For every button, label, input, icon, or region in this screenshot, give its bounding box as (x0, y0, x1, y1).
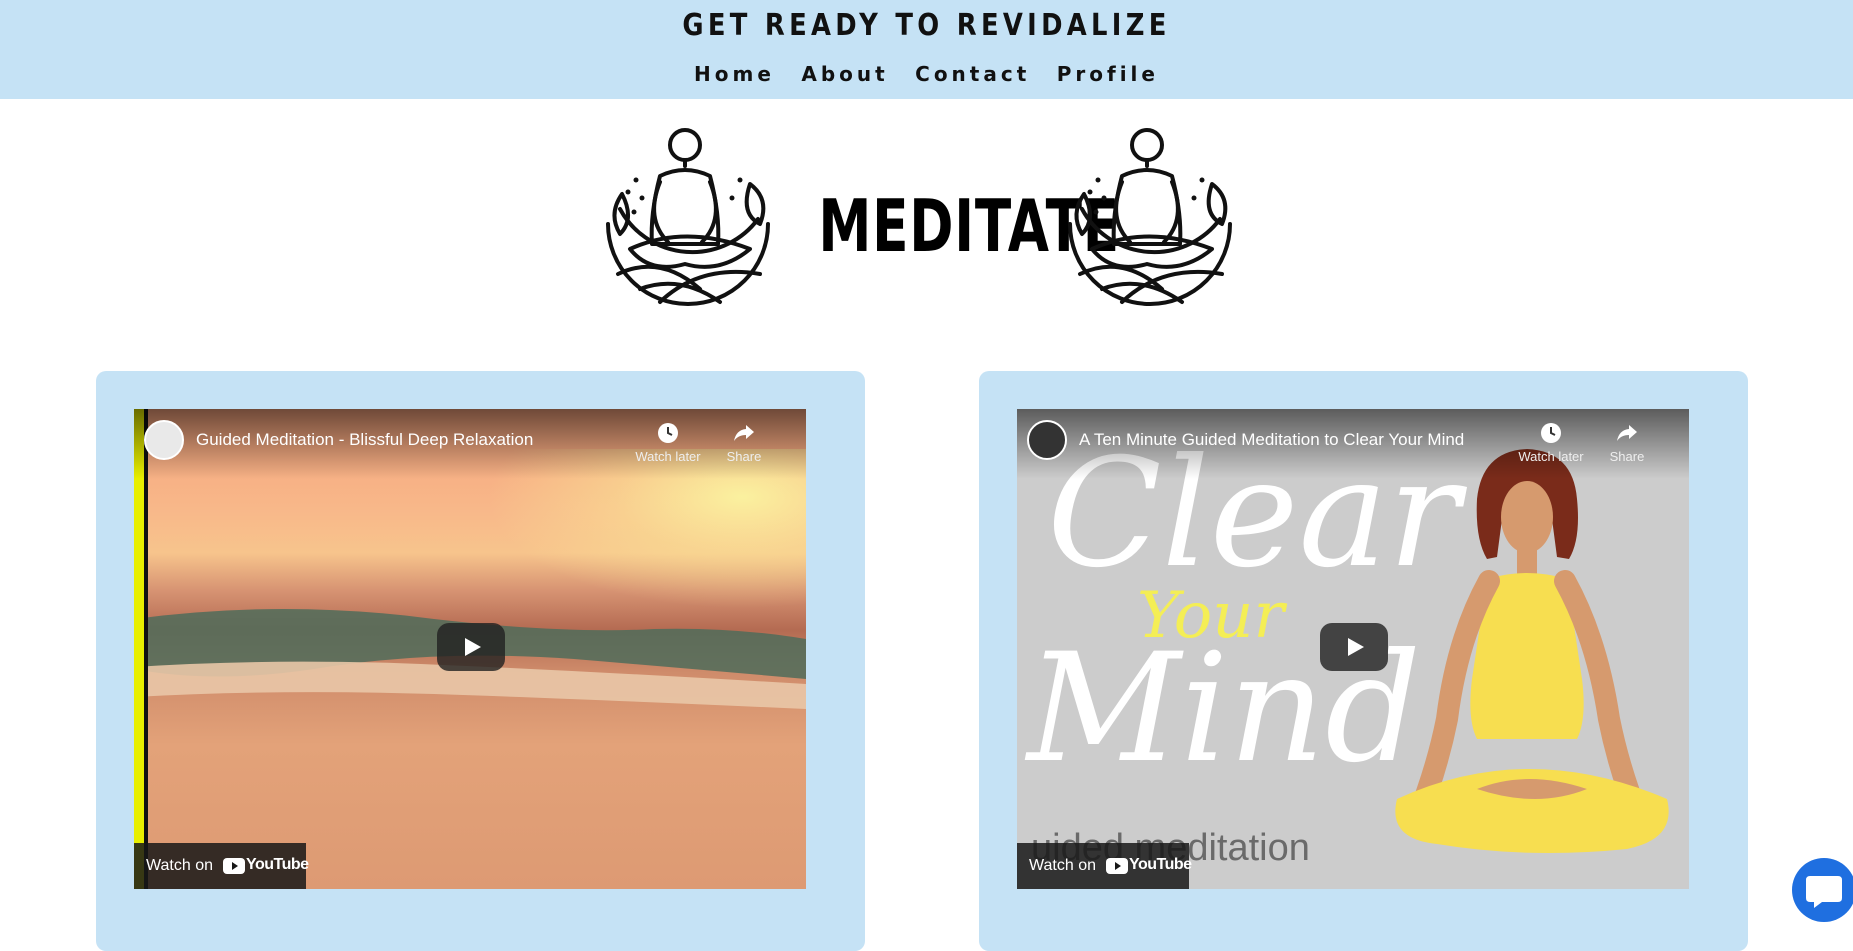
youtube-icon (1106, 858, 1128, 874)
watch-on-youtube-button[interactable]: Watch on YouTube (1017, 843, 1192, 889)
video-title[interactable]: A Ten Minute Guided Meditation to Clear … (1079, 430, 1464, 450)
share-button[interactable]: Share (1592, 421, 1662, 464)
site-title: GET READY TO REVIDALIZE (682, 8, 1171, 43)
share-icon (1617, 425, 1637, 441)
watch-later-button[interactable]: Watch later (633, 421, 703, 464)
meditating-person-icon (1068, 128, 1232, 306)
watch-on-youtube-button[interactable]: Watch on YouTube (134, 843, 309, 889)
nav-contact[interactable]: Contact (915, 62, 1030, 86)
play-button[interactable] (1320, 623, 1388, 671)
share-button[interactable]: Share (709, 421, 779, 464)
channel-avatar[interactable] (1027, 420, 1067, 460)
video-embed[interactable]: Clear Your Mind uided meditation A Ten M… (1017, 409, 1689, 889)
nav-home[interactable]: Home (694, 62, 775, 86)
main-nav: Home About Contact Profile (0, 62, 1853, 86)
youtube-icon (223, 858, 245, 874)
video-card: Guided Meditation - Blissful Deep Relaxa… (96, 371, 865, 951)
share-icon (734, 425, 754, 441)
nav-profile[interactable]: Profile (1057, 62, 1159, 86)
video-title[interactable]: Guided Meditation - Blissful Deep Relaxa… (196, 430, 533, 450)
video-embed[interactable]: Guided Meditation - Blissful Deep Relaxa… (134, 409, 806, 889)
meditating-person-icon (606, 128, 770, 306)
nav-about[interactable]: About (801, 62, 888, 86)
video-card: Clear Your Mind uided meditation A Ten M… (979, 371, 1748, 951)
watch-later-button[interactable]: Watch later (1516, 421, 1586, 464)
banner-word: MEDITATE (818, 184, 1120, 268)
yoga-woman-image (1395, 449, 1669, 853)
meditate-banner: MEDITATE (600, 124, 1240, 314)
clock-icon (1541, 423, 1561, 443)
chat-button[interactable] (1792, 858, 1853, 922)
channel-avatar[interactable] (144, 420, 184, 460)
play-button[interactable] (437, 623, 505, 671)
clock-icon (658, 423, 678, 443)
site-header: GET READY TO REVIDALIZE Home About Conta… (0, 0, 1853, 99)
chat-bubble-icon (1806, 876, 1842, 908)
